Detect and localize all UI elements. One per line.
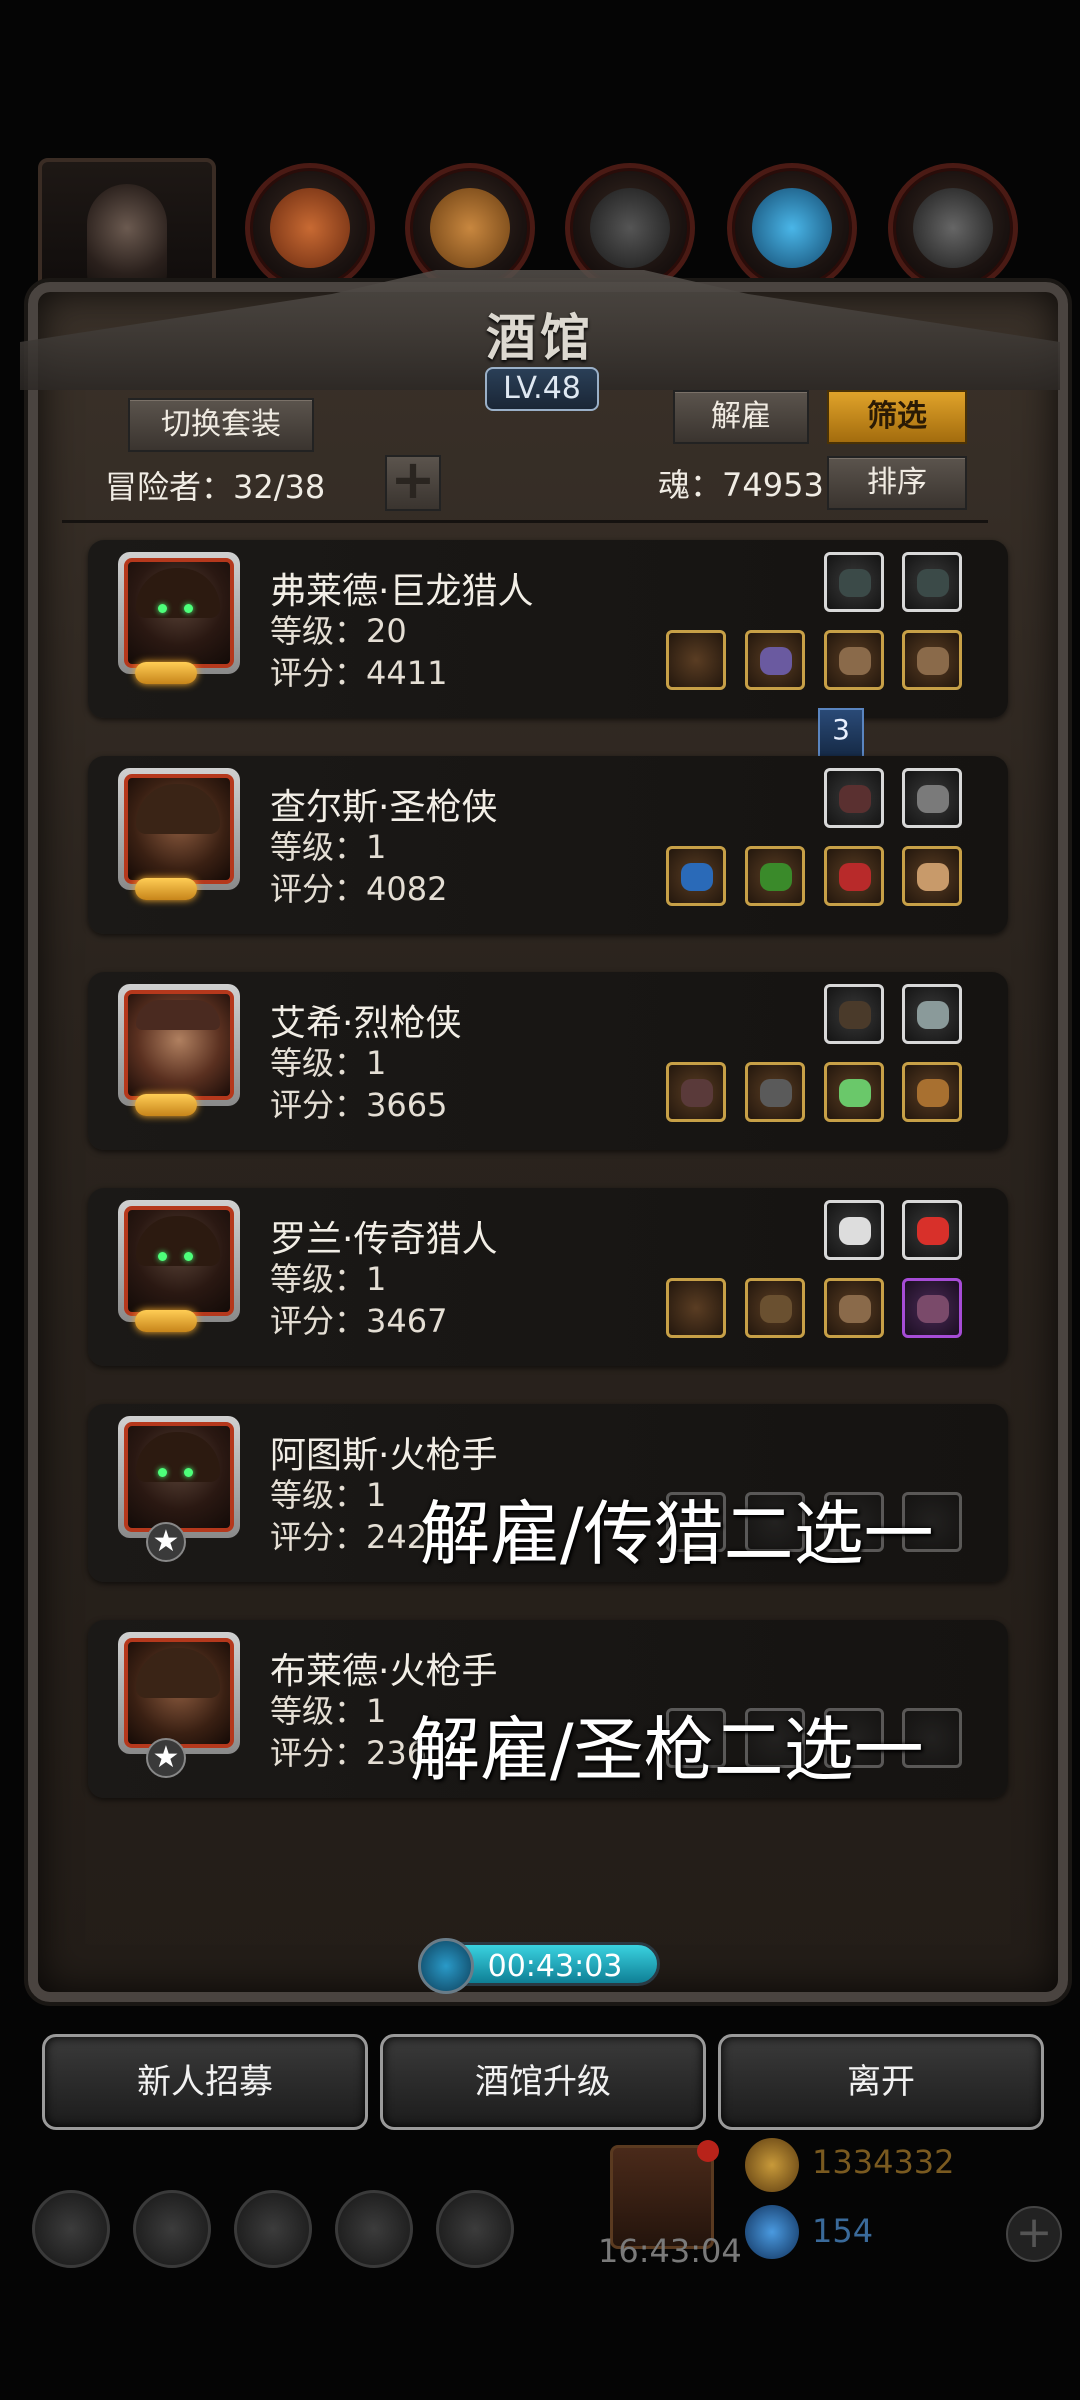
hero-level: 等级：1 [270, 1044, 387, 1082]
rifle-icon[interactable] [666, 630, 726, 690]
avatar [118, 1200, 240, 1322]
moon-rank-icon [135, 878, 197, 900]
clock-icon [418, 1938, 474, 1994]
leave-button[interactable]: 离开 [718, 2034, 1044, 2130]
moon-rank-icon [135, 1094, 197, 1116]
tablet-icon[interactable] [824, 1062, 884, 1122]
hero-level: 等级：1 [270, 828, 387, 866]
achievement-icon[interactable] [133, 2190, 211, 2268]
cloak-icon[interactable] [745, 1278, 805, 1338]
hero-score: 评分：3665 [270, 1086, 448, 1124]
annotation-text: 解雇/传猎二选一 [420, 1493, 934, 1575]
avatar [118, 984, 240, 1106]
mail-icon[interactable] [335, 2190, 413, 2268]
gem-slot-icon[interactable] [902, 552, 962, 612]
boots-icon [913, 188, 993, 268]
add-slot-button[interactable]: + [385, 453, 441, 511]
switch-outfit-button[interactable]: 切换套装 [128, 398, 314, 452]
filter-button[interactable]: 筛选 [827, 390, 967, 444]
avatar [118, 768, 240, 890]
fang-icon[interactable] [824, 1200, 884, 1260]
gem-currency-icon [745, 2205, 799, 2259]
chest-armor-icon [270, 188, 350, 268]
emblem-icon[interactable] [902, 768, 962, 828]
add-currency-button[interactable]: + [1006, 2206, 1062, 2262]
tavern-level-badge: LV.48 [485, 367, 599, 411]
chest-icon[interactable] [902, 1062, 962, 1122]
hero-score: 评分：4082 [270, 870, 448, 908]
gun-part-icon[interactable] [824, 984, 884, 1044]
star-rank-icon: ★ [146, 1522, 186, 1562]
amulet-icon[interactable] [824, 846, 884, 906]
settings-icon[interactable] [32, 2190, 110, 2268]
hero-score: 评分：236 [270, 1734, 428, 1772]
boots-icon[interactable] [902, 1278, 962, 1338]
moon-rank-icon [135, 662, 197, 684]
rifle-icon[interactable] [666, 1278, 726, 1338]
equip-tab-gloves[interactable] [727, 163, 857, 293]
page-title: 酒馆 [486, 308, 594, 367]
gloves-icon [752, 188, 832, 268]
armor-icon[interactable] [745, 1062, 805, 1122]
clock-text: 16:43:04 [598, 2232, 742, 2270]
recruit-button[interactable]: 新人招募 [42, 2034, 368, 2130]
gold-amount: 1334332 [812, 2143, 955, 2181]
upgrade-tavern-button[interactable]: 酒馆升级 [380, 2034, 706, 2130]
feather-icon[interactable] [824, 768, 884, 828]
hero-face-icon [87, 184, 167, 294]
helmet-icon[interactable] [745, 630, 805, 690]
chainmail-icon[interactable] [745, 846, 805, 906]
gem-amount: 154 [812, 2212, 874, 2250]
dismiss-button[interactable]: 解雇 [673, 390, 809, 444]
hero-score: 评分：242 [270, 1518, 428, 1556]
ring-icon[interactable] [902, 846, 962, 906]
avatar [118, 1632, 240, 1754]
avatar [118, 1416, 240, 1538]
shop-icon[interactable] [436, 2190, 514, 2268]
hero-card[interactable]: 查尔斯·圣枪侠 等级：1 评分：4082 [88, 756, 1008, 934]
hero-card[interactable]: 弗莱德·巨龙猎人 等级：20 评分：4411 [88, 540, 1008, 718]
leg-armor-icon [590, 188, 670, 268]
divider [62, 520, 988, 523]
hero-level: 等级：1 [270, 1260, 387, 1298]
sort-button[interactable]: 排序 [827, 456, 967, 510]
gold-coin-icon [745, 2138, 799, 2192]
guild-icon[interactable] [234, 2190, 312, 2268]
ruby-icon[interactable] [902, 1200, 962, 1260]
equip-tab-chest[interactable] [245, 163, 375, 293]
star-rank-icon: ★ [146, 1738, 186, 1778]
gem-slot-icon[interactable] [902, 984, 962, 1044]
hero-card[interactable]: 罗兰·传奇猎人 等级：1 评分：3467 [88, 1188, 1008, 1366]
avatar [118, 552, 240, 674]
hero-card[interactable]: 艾希·烈枪侠 等级：1 评分：3665 [88, 972, 1008, 1150]
moon-rank-icon [135, 1310, 197, 1332]
soul-count: 魂：74953 [658, 466, 824, 504]
hero-level: 等级：1 [270, 1476, 387, 1514]
gauntlet-icon[interactable] [824, 1278, 884, 1338]
adventurer-count: 冒险者：32/38 [105, 468, 326, 506]
hero-level: 等级：20 [270, 612, 407, 650]
hero-score: 评分：4411 [270, 654, 448, 692]
spear-icon[interactable] [666, 846, 726, 906]
hero-level: 等级：1 [270, 1692, 387, 1730]
gauntlet-icon[interactable] [824, 630, 884, 690]
gauntlet-icon[interactable] [902, 630, 962, 690]
equip-tab-boots[interactable] [888, 163, 1018, 293]
gem-slot-icon[interactable] [824, 552, 884, 612]
annotation-text: 解雇/圣枪二选一 [410, 1709, 924, 1791]
hero-score: 评分：3467 [270, 1302, 448, 1340]
belt-icon [430, 188, 510, 268]
spear-icon[interactable] [666, 1062, 726, 1122]
